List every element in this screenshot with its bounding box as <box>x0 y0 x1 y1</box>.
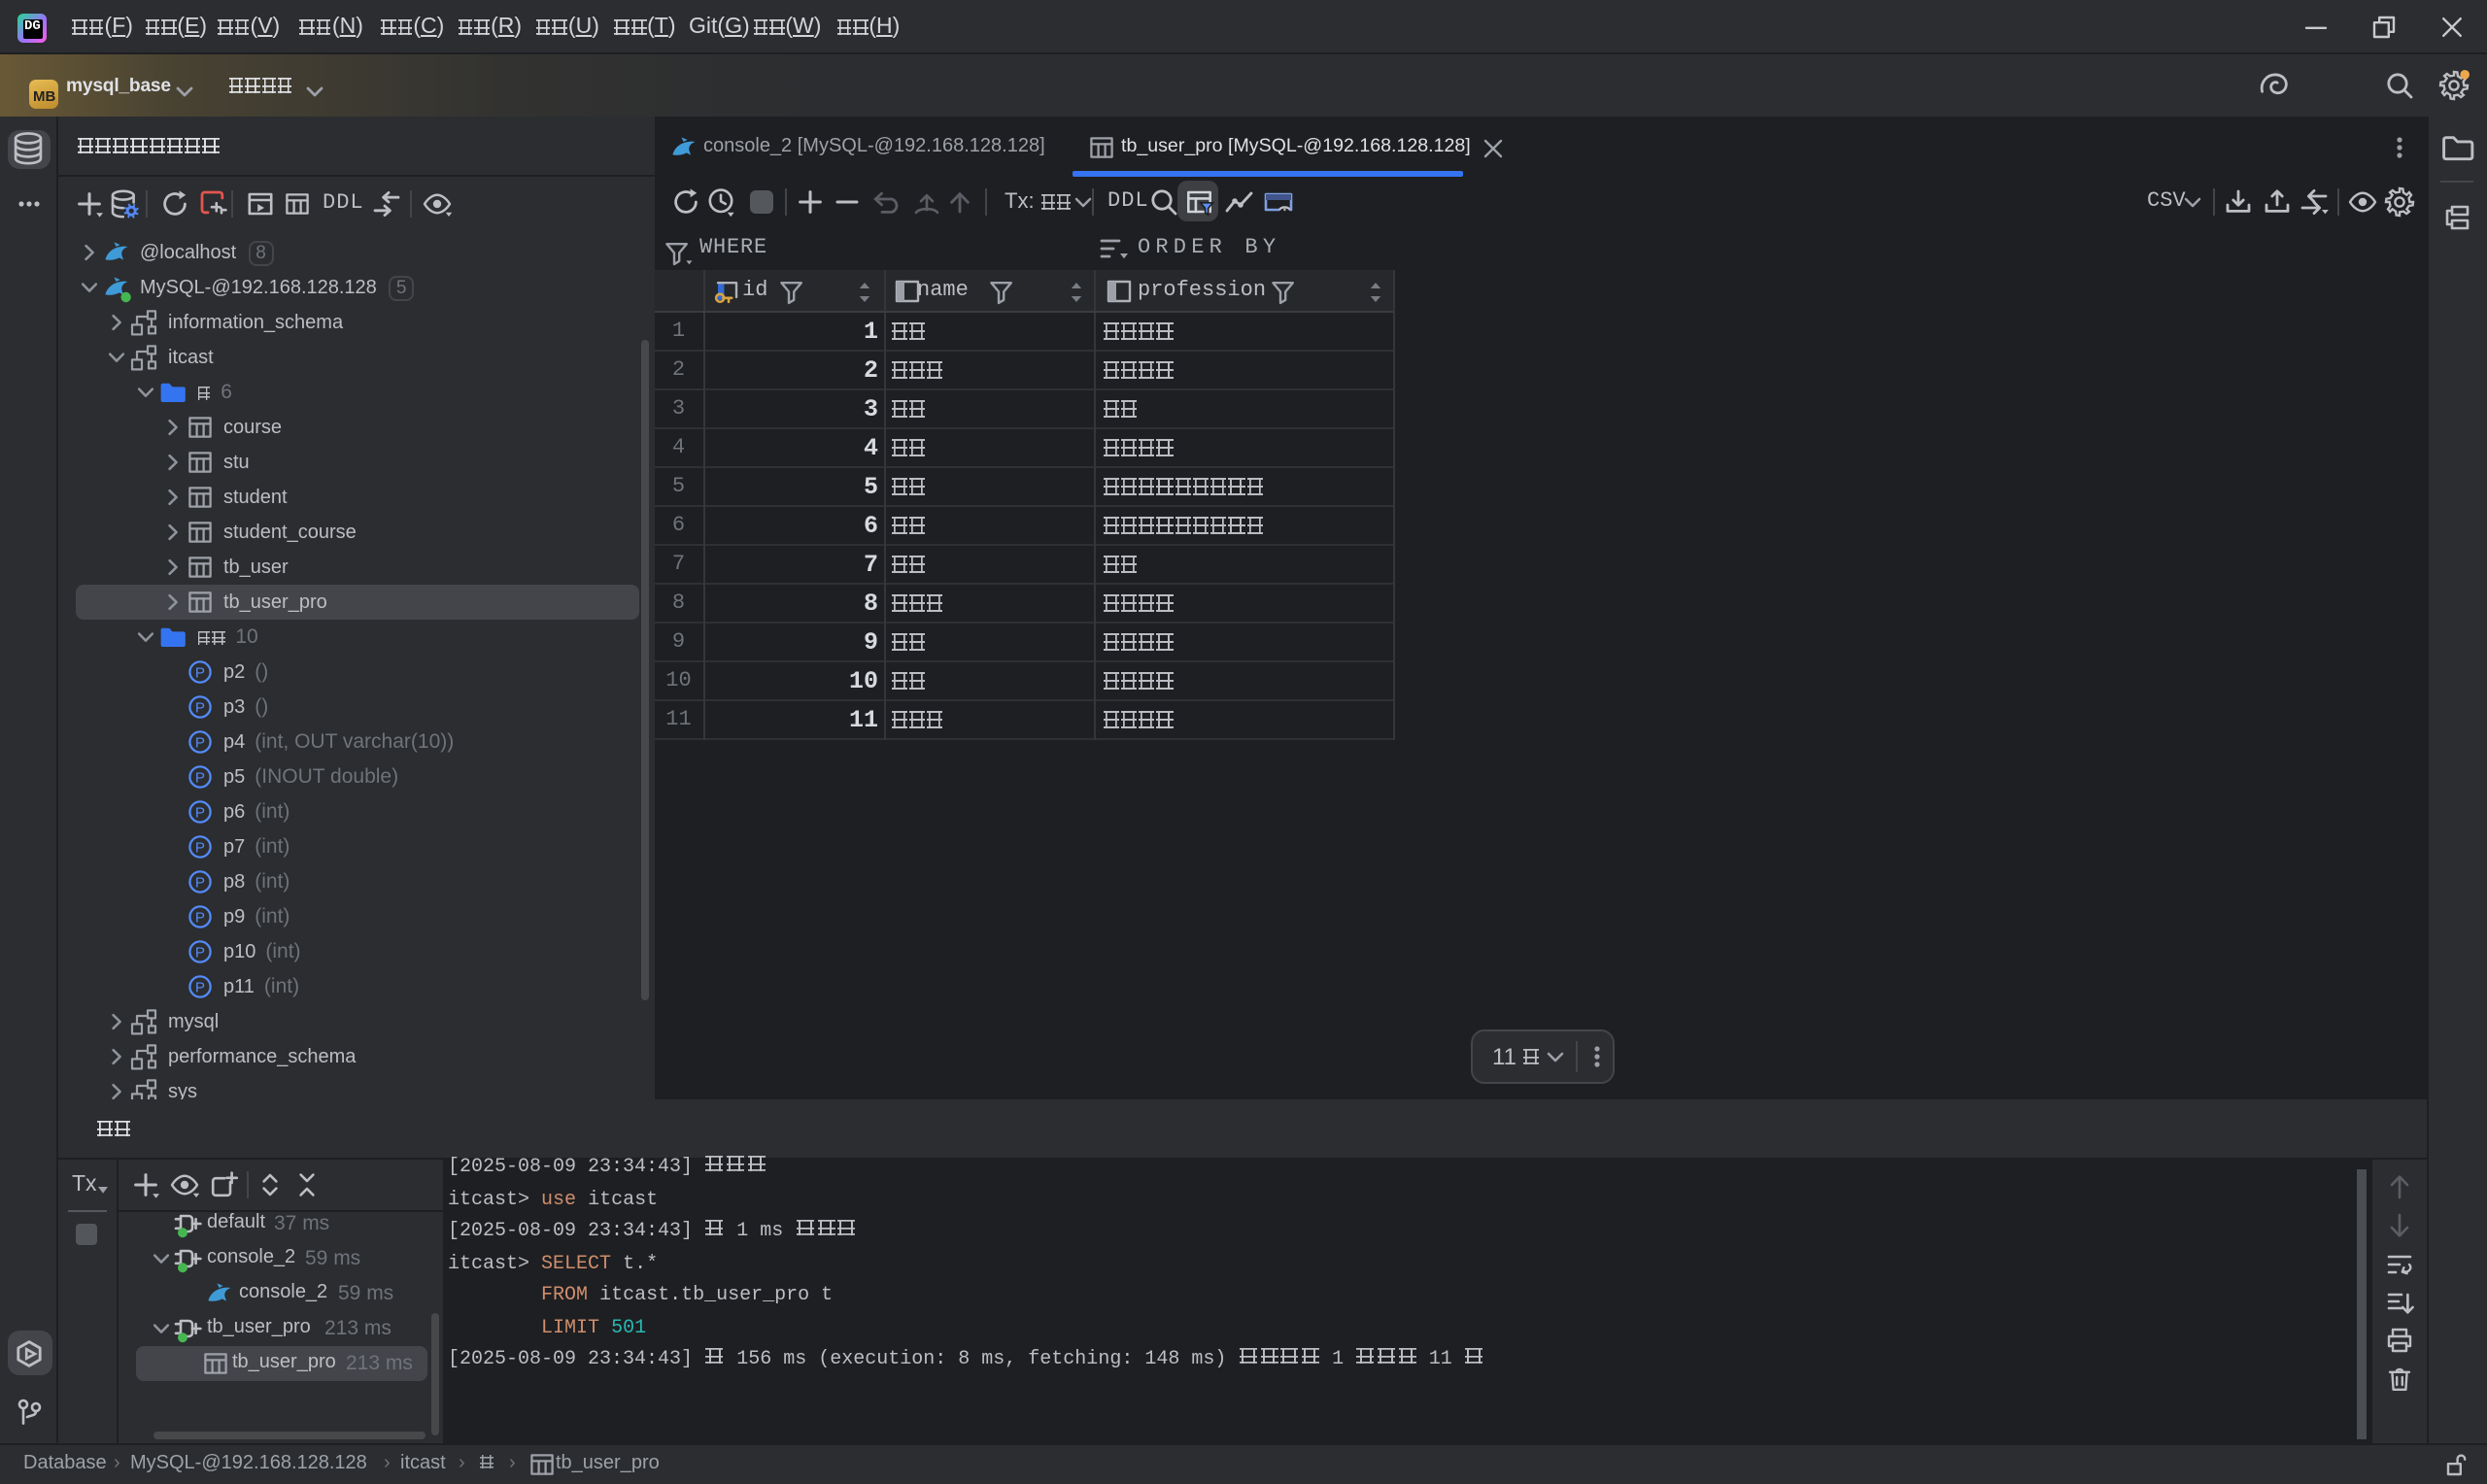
svg-text:P: P <box>195 945 205 961</box>
svg-text:P: P <box>195 910 205 927</box>
svg-text:P: P <box>195 840 205 857</box>
svg-text:P: P <box>195 875 205 892</box>
svg-text:P: P <box>195 770 205 787</box>
svg-text:P: P <box>195 805 205 822</box>
svg-text:P: P <box>195 735 205 752</box>
svg-text:P: P <box>195 700 205 717</box>
svg-text:P: P <box>195 980 205 996</box>
svg-text:P: P <box>195 665 205 682</box>
